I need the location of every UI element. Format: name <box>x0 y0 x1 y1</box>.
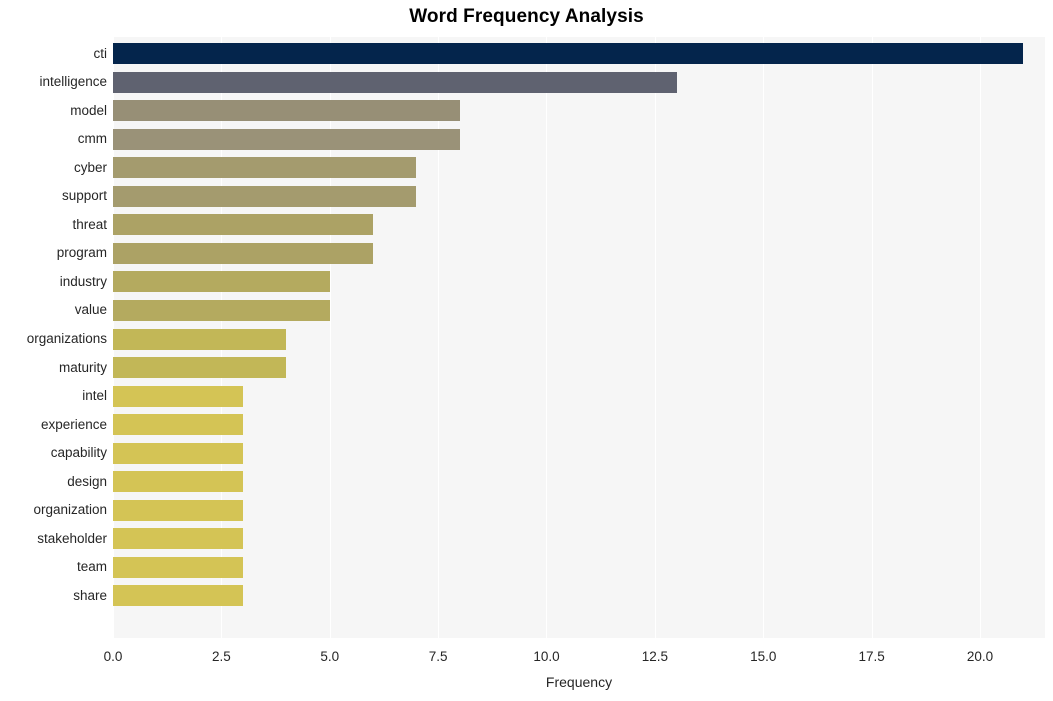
y-tick-label: cti <box>93 45 108 61</box>
y-tick-label: model <box>70 102 107 118</box>
bar <box>113 471 244 493</box>
bar <box>113 271 330 293</box>
y-tick-label: maturity <box>58 359 107 375</box>
bar <box>113 585 244 607</box>
chart-title: Word Frequency Analysis <box>409 6 644 27</box>
y-tick-label: threat <box>72 216 107 232</box>
x-tick-label: 5.0 <box>320 649 340 664</box>
bars-layer <box>113 37 1045 638</box>
bar <box>113 71 677 93</box>
x-tick-label: 10.0 <box>533 649 560 664</box>
bar <box>113 328 287 350</box>
x-tick-label: 20.0 <box>966 649 994 664</box>
y-tick-label: team <box>76 559 107 575</box>
x-tick-label: 0.0 <box>103 649 123 664</box>
y-tick-label: organization <box>33 502 107 518</box>
bar <box>113 185 417 207</box>
x-tick-label: 17.5 <box>858 649 885 664</box>
bar <box>113 157 417 179</box>
bar <box>113 100 460 122</box>
y-tick-label: stakeholder <box>37 530 107 546</box>
y-tick-label: design <box>67 473 107 489</box>
bar <box>113 128 460 150</box>
y-tick-label: capability <box>50 445 107 461</box>
y-tick-label: intelligence <box>39 74 107 90</box>
x-tick-label: 2.5 <box>211 649 231 664</box>
bar <box>113 242 374 264</box>
x-axis-ticks: 0.0 2.5 5.0 7.5 10.0 12.5 15.0 17.5 20.0 <box>104 638 1045 668</box>
bar <box>113 499 244 521</box>
x-axis-title: Frequency <box>545 674 613 690</box>
y-tick-label: support <box>61 188 107 204</box>
bar <box>113 385 244 407</box>
bar <box>113 414 244 436</box>
x-tick-label: 7.5 <box>428 649 448 664</box>
y-tick-label: cmm <box>77 131 107 147</box>
bar <box>113 299 330 321</box>
bar <box>113 43 1024 64</box>
bar <box>113 556 244 578</box>
y-tick-label: organizations <box>26 331 107 346</box>
bar <box>113 357 287 379</box>
bar <box>113 528 244 550</box>
y-tick-label: share <box>73 587 107 603</box>
y-axis-labels: cti intelligence model cmm cyber support threa… <box>0 37 107 638</box>
y-tick-label: program <box>56 245 107 261</box>
plot-area <box>113 37 1045 638</box>
y-tick-label: industry <box>59 273 107 289</box>
y-tick-label: value <box>74 302 107 318</box>
chart-page: Word Frequency Analysis cti intelligence m… <box>0 0 1053 701</box>
bar <box>113 214 374 236</box>
y-tick-label: experience <box>40 416 107 432</box>
x-tick-label: 15.0 <box>750 649 777 664</box>
y-tick-label: intel <box>82 388 107 404</box>
y-tick-label: cyber <box>73 159 107 175</box>
x-tick-label: 12.5 <box>641 649 668 664</box>
bar <box>113 442 244 464</box>
